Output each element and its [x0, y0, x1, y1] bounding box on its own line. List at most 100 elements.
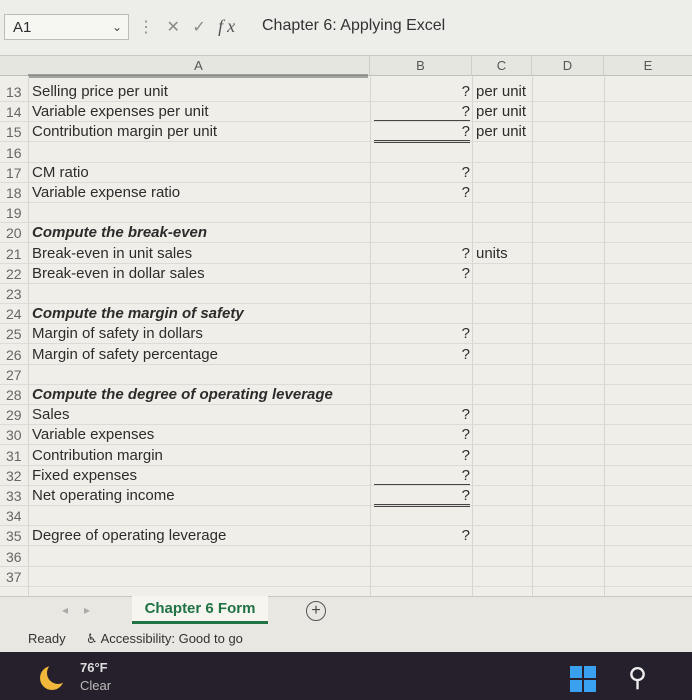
row-number[interactable]: 17: [6, 165, 32, 181]
table-row[interactable]: 20 Compute the break-even: [0, 223, 692, 244]
row-number[interactable]: 19: [6, 205, 32, 221]
row-number[interactable]: 33: [6, 488, 32, 504]
table-row[interactable]: 17 CM ratio?: [0, 163, 692, 183]
cell-b-value[interactable]: ?: [374, 406, 470, 423]
row-number[interactable]: 36: [6, 549, 32, 565]
row-number[interactable]: 29: [6, 407, 32, 423]
cell-c-unit[interactable]: units: [476, 245, 508, 262]
cell-c-unit[interactable]: per unit: [476, 83, 526, 100]
table-row[interactable]: 14 Variable expenses per unit? per unit: [0, 102, 692, 123]
insert-function-icon[interactable]: fx: [218, 16, 239, 36]
row-number[interactable]: 24: [6, 306, 32, 322]
moon-icon[interactable]: [40, 662, 69, 690]
column-header-d[interactable]: D: [532, 56, 604, 76]
cell-b-value[interactable]: ?: [374, 123, 470, 144]
name-box[interactable]: A1 ⌄: [4, 14, 129, 40]
cell-b-value[interactable]: ?: [374, 245, 470, 262]
table-row[interactable]: 34: [0, 506, 692, 527]
cancel-icon[interactable]: ✕: [166, 19, 183, 36]
cell-a-label[interactable]: Margin of safety in dollars: [32, 325, 203, 342]
cell-a-label[interactable]: Break-even in dollar sales: [32, 265, 205, 282]
cell-a-label[interactable]: Break-even in unit sales: [32, 245, 192, 262]
row-number[interactable]: 22: [6, 266, 32, 282]
tab-chapter-6-form[interactable]: Chapter 6 Form: [132, 596, 268, 624]
cell-b-value[interactable]: ?: [374, 83, 470, 100]
row-number[interactable]: 13: [6, 84, 32, 100]
row-number[interactable]: 18: [6, 185, 32, 201]
table-row[interactable]: 13 Selling price per unit? per unit: [0, 82, 692, 102]
more-icon[interactable]: ⋮: [138, 19, 158, 36]
table-row[interactable]: 31 Contribution margin?: [0, 446, 692, 466]
table-row[interactable]: 15 Contribution margin per unit? per unit: [0, 122, 692, 144]
cell-b-value[interactable]: ?: [374, 426, 470, 443]
row-number[interactable]: 30: [6, 427, 32, 443]
table-row[interactable]: 21 Break-even in unit sales? units: [0, 244, 692, 264]
table-row[interactable]: 30 Variable expenses?: [0, 425, 692, 446]
cell-b-value[interactable]: ?: [374, 164, 470, 181]
cell-b-value[interactable]: ?: [374, 103, 470, 122]
cell-a-label[interactable]: Variable expenses: [32, 426, 154, 443]
cell-a-label[interactable]: Variable expenses per unit: [32, 103, 209, 120]
cell-a-label[interactable]: Sales: [32, 406, 70, 423]
row-number[interactable]: 34: [6, 508, 32, 524]
table-row[interactable]: 18 Variable expense ratio?: [0, 183, 692, 203]
enter-icon[interactable]: ✓: [192, 19, 209, 36]
cell-b-value[interactable]: ?: [374, 346, 470, 363]
cell-a-label[interactable]: Compute the degree of operating leverage: [32, 386, 333, 403]
row-number[interactable]: 26: [6, 347, 32, 363]
row-number[interactable]: 27: [6, 367, 32, 383]
search-icon[interactable]: ⚲: [628, 662, 647, 693]
cell-a-label[interactable]: Compute the margin of safety: [32, 305, 244, 322]
cell-a-label[interactable]: Degree of operating leverage: [32, 527, 226, 544]
table-row[interactable]: 37: [0, 567, 692, 587]
column-header-a[interactable]: A: [28, 56, 370, 76]
row-number[interactable]: 16: [6, 145, 32, 161]
cell-b-value[interactable]: ?: [374, 325, 470, 342]
cell-b-value[interactable]: ?: [374, 527, 470, 544]
table-row[interactable]: 26 Margin of safety percentage?: [0, 345, 692, 365]
formula-input[interactable]: Chapter 6: Applying Excel: [262, 17, 445, 35]
table-row[interactable]: 24 Compute the margin of safety: [0, 304, 692, 325]
accessibility-status[interactable]: ♿︎ Accessibility: Good to go: [86, 631, 243, 647]
cell-b-value[interactable]: ?: [374, 265, 470, 282]
chevron-down-icon[interactable]: ⌄: [112, 20, 122, 34]
sheet-grid[interactable]: 13 Selling price per unit? per unit 14 Varia…: [0, 74, 692, 596]
row-number[interactable]: 35: [6, 528, 32, 544]
table-row[interactable]: 29 Sales?: [0, 405, 692, 426]
row-number[interactable]: 23: [6, 286, 32, 302]
add-sheet-button[interactable]: +: [306, 601, 326, 621]
table-row[interactable]: 19: [0, 203, 692, 224]
cell-b-value[interactable]: ?: [374, 467, 470, 485]
table-row[interactable]: 16: [0, 143, 692, 163]
cell-b-value[interactable]: ?: [374, 487, 470, 507]
cell-a-label[interactable]: Variable expense ratio: [32, 184, 180, 201]
table-row[interactable]: 33 Net operating income?: [0, 486, 692, 507]
table-row[interactable]: 25 Margin of safety in dollars?: [0, 324, 692, 345]
cell-a-label[interactable]: Selling price per unit: [32, 83, 168, 100]
weather-description[interactable]: Clear: [80, 678, 111, 693]
row-number[interactable]: 21: [6, 246, 32, 262]
cell-a-label[interactable]: Margin of safety percentage: [32, 346, 218, 363]
table-row[interactable]: 27: [0, 365, 692, 385]
cell-a-label[interactable]: Net operating income: [32, 487, 175, 504]
row-number[interactable]: 31: [6, 448, 32, 464]
cell-b-value[interactable]: ?: [374, 184, 470, 201]
table-row[interactable]: 35 Degree of operating leverage?: [0, 526, 692, 547]
column-header-e[interactable]: E: [604, 56, 692, 76]
cell-c-unit[interactable]: per unit: [476, 123, 526, 140]
table-row[interactable]: 28 Compute the degree of operating levera…: [0, 385, 692, 405]
column-header-c[interactable]: C: [472, 56, 532, 76]
cell-c-unit[interactable]: per unit: [476, 103, 526, 120]
row-number[interactable]: 15: [6, 124, 32, 140]
cell-a-label[interactable]: CM ratio: [32, 164, 89, 181]
weather-temperature[interactable]: 76°F: [80, 660, 108, 675]
row-number[interactable]: 25: [6, 326, 32, 342]
cell-a-label[interactable]: Contribution margin: [32, 447, 163, 464]
cell-a-label[interactable]: Contribution margin per unit: [32, 123, 217, 140]
table-row[interactable]: 32 Fixed expenses?: [0, 466, 692, 486]
row-number[interactable]: 14: [6, 104, 32, 120]
cell-a-label[interactable]: Compute the break-even: [32, 224, 207, 241]
row-number[interactable]: 28: [6, 387, 32, 403]
row-number[interactable]: 20: [6, 225, 32, 241]
windows-start-icon[interactable]: [570, 666, 596, 692]
